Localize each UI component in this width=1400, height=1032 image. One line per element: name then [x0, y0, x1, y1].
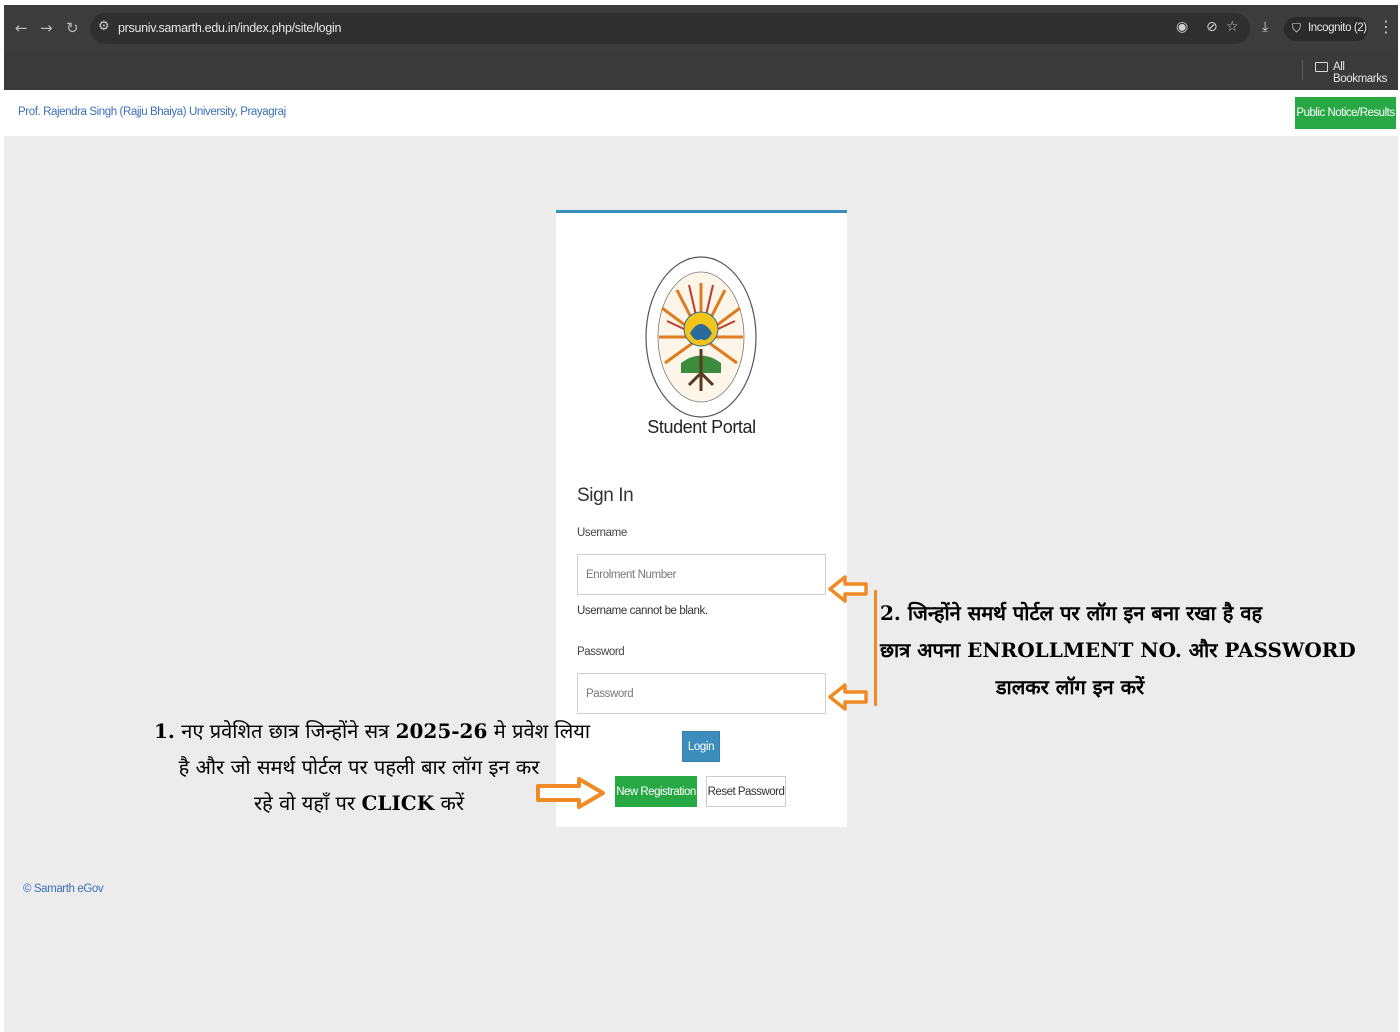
tracking-off-icon[interactable]: ⊘ [1206, 19, 1218, 35]
star-icon[interactable]: ☆ [1226, 19, 1239, 35]
password-label: Password [577, 646, 625, 658]
all-bookmarks-link[interactable]: All Bookmarks [1333, 61, 1398, 85]
bookmarks-divider [1302, 60, 1303, 80]
public-notice-button[interactable]: Public Notice/Results [1295, 97, 1396, 129]
sign-in-heading: Sign In [577, 485, 634, 506]
arrow-left-icon [828, 575, 868, 603]
reload-icon[interactable]: ↻ [66, 19, 79, 37]
annotation-new-students: 1. नए प्रवेशित छात्र जिन्होंने सत्र 2025… [154, 713, 590, 821]
annotation-emphasis: CLICK [361, 791, 435, 815]
username-label: Username [577, 527, 627, 539]
folder-icon [1315, 62, 1328, 72]
university-seal-logo [645, 256, 757, 418]
annotation-line: रहे वो यहाँ पर CLICK करें [154, 785, 564, 821]
footer-copyright: © Samarth eGov [23, 883, 104, 895]
password-input[interactable] [577, 673, 826, 714]
annotation-text: और [1188, 638, 1218, 662]
arrow-left-icon [828, 683, 868, 711]
annotation-number: 1. [154, 719, 175, 743]
site-settings-icon[interactable]: ⚙ [98, 19, 110, 34]
new-registration-button[interactable]: New Registration [615, 776, 697, 807]
url-text[interactable]: prsuniv.samarth.edu.in/index.php/site/lo… [118, 21, 341, 35]
forward-icon[interactable]: → [40, 19, 53, 37]
browser-window: ← → ↻ ⚙ prsuniv.samarth.edu.in/index.php… [4, 5, 1398, 1032]
back-icon[interactable]: ← [15, 19, 28, 37]
username-input[interactable] [577, 554, 826, 595]
reset-password-button[interactable]: Reset Password [706, 776, 786, 807]
annotation-line: 1. नए प्रवेशित छात्र जिन्होंने सत्र 2025… [154, 713, 590, 749]
download-icon[interactable]: ⤓ [1262, 19, 1268, 35]
annotation-line: 2. जिन्होंने समर्थ पोर्टल पर लॉग इन बना … [880, 601, 1263, 625]
annotation-text: मे प्रवेश लिया [493, 719, 591, 743]
arrow-right-icon [536, 777, 605, 809]
annotation-bracket [874, 590, 877, 706]
annotation-line: है और जो समर्थ पोर्टल पर पहली बार लॉग इन… [178, 755, 540, 779]
annotation-emphasis: ENROLLMENT NO. [967, 638, 1182, 662]
annotation-line: डालकर लॉग इन करें [995, 675, 1145, 699]
annotation-line: छात्र अपना ENROLLMENT NO. और PASSWORD [880, 632, 1356, 669]
annotation-existing-students: 2. जिन्होंने समर्थ पोर्टल पर लॉग इन बना … [880, 595, 1356, 706]
incognito-icon: ⛉ [1292, 21, 1302, 35]
annotation-text: रहे वो यहाँ पर [253, 791, 356, 815]
portal-title: Student Portal [647, 417, 756, 437]
menu-icon[interactable]: ⋮ [1378, 17, 1394, 36]
annotation-emphasis: PASSWORD [1224, 638, 1356, 662]
annotation-text: करें [440, 791, 465, 815]
login-button[interactable]: Login [682, 731, 720, 762]
annotation-text: नए प्रवेशित छात्र जिन्होंने सत्र [181, 719, 390, 743]
bookmarks-bar [4, 52, 1398, 90]
eye-off-icon[interactable]: ◉ [1176, 19, 1188, 35]
incognito-label: Incognito (2) [1308, 22, 1367, 34]
annotation-year: 2025-26 [395, 719, 488, 743]
username-error: Username cannot be blank. [577, 605, 708, 617]
university-name-link[interactable]: Prof. Rajendra Singh (Rajju Bhaiya) Univ… [18, 106, 286, 118]
annotation-text: छात्र अपना [880, 638, 961, 662]
